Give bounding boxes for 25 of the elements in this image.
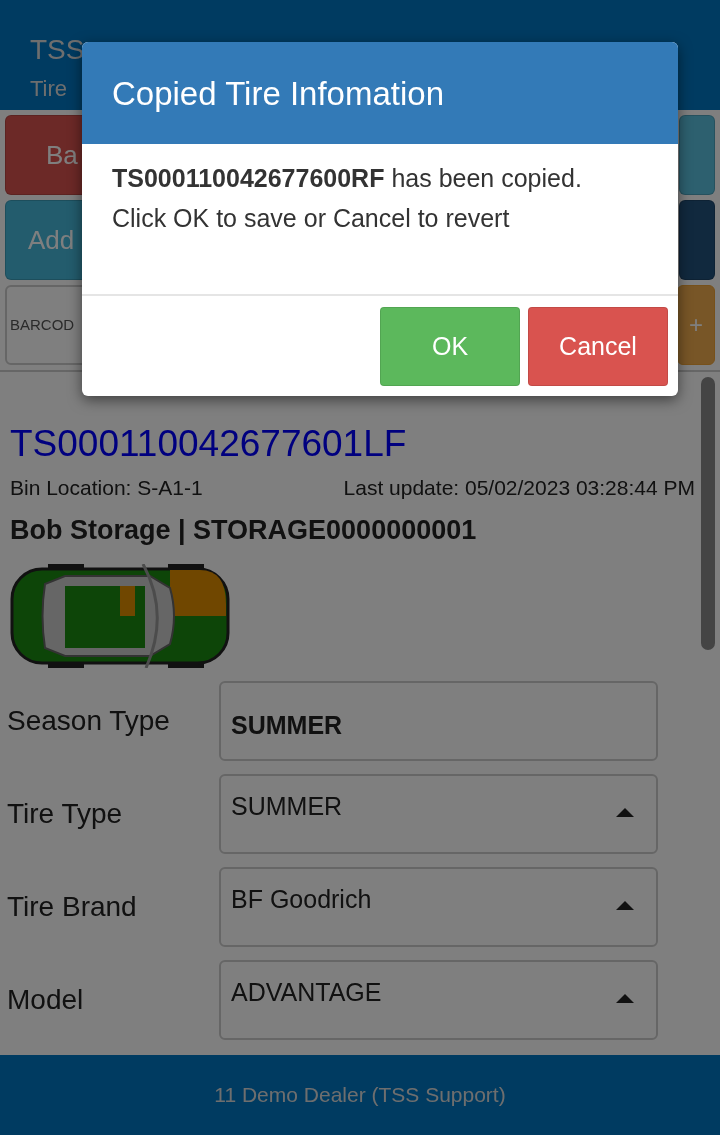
scrollbar[interactable] [701,377,715,650]
toolbar-button[interactable] [679,200,715,280]
footer-text: 11 Demo Dealer (TSS Support) [214,1082,506,1109]
tire-id: TS000110042677601LF [10,422,408,466]
field-label: Tire Type [7,796,124,831]
dialog-button[interactable]: Cancel [528,307,668,386]
dialog-button[interactable]: OK [380,307,520,386]
last-update: Last update: 05/02/2023 03:28:44 PM [343,475,695,501]
caret-icon [616,807,634,817]
field-label: Model [7,982,85,1017]
input-field[interactable]: SUMMER [219,680,658,761]
select-field[interactable]: BF Goodrich [219,866,658,947]
select-field[interactable]: ADVANTAGE [219,959,658,1040]
field-label: Tire Brand [7,889,138,924]
caret-icon [616,993,634,1003]
toolbar-button[interactable] [679,115,715,195]
app-title: TSS [30,33,85,67]
bin-location: Bin Location: S-A1-1 [10,475,203,501]
field-label: Season Type [7,703,171,738]
caret-icon [616,900,634,910]
dialog-title: Copied Tire Infomation [82,42,678,144]
dialog-message: TS000110042677600RF has been copied. Click OK to save or Cancel to revert [112,163,583,234]
app-subtitle: Tire [30,75,68,103]
owner-storage: Bob Storage | STORAGE0000000001 [10,513,478,547]
select-field[interactable]: SUMMER [219,773,658,854]
